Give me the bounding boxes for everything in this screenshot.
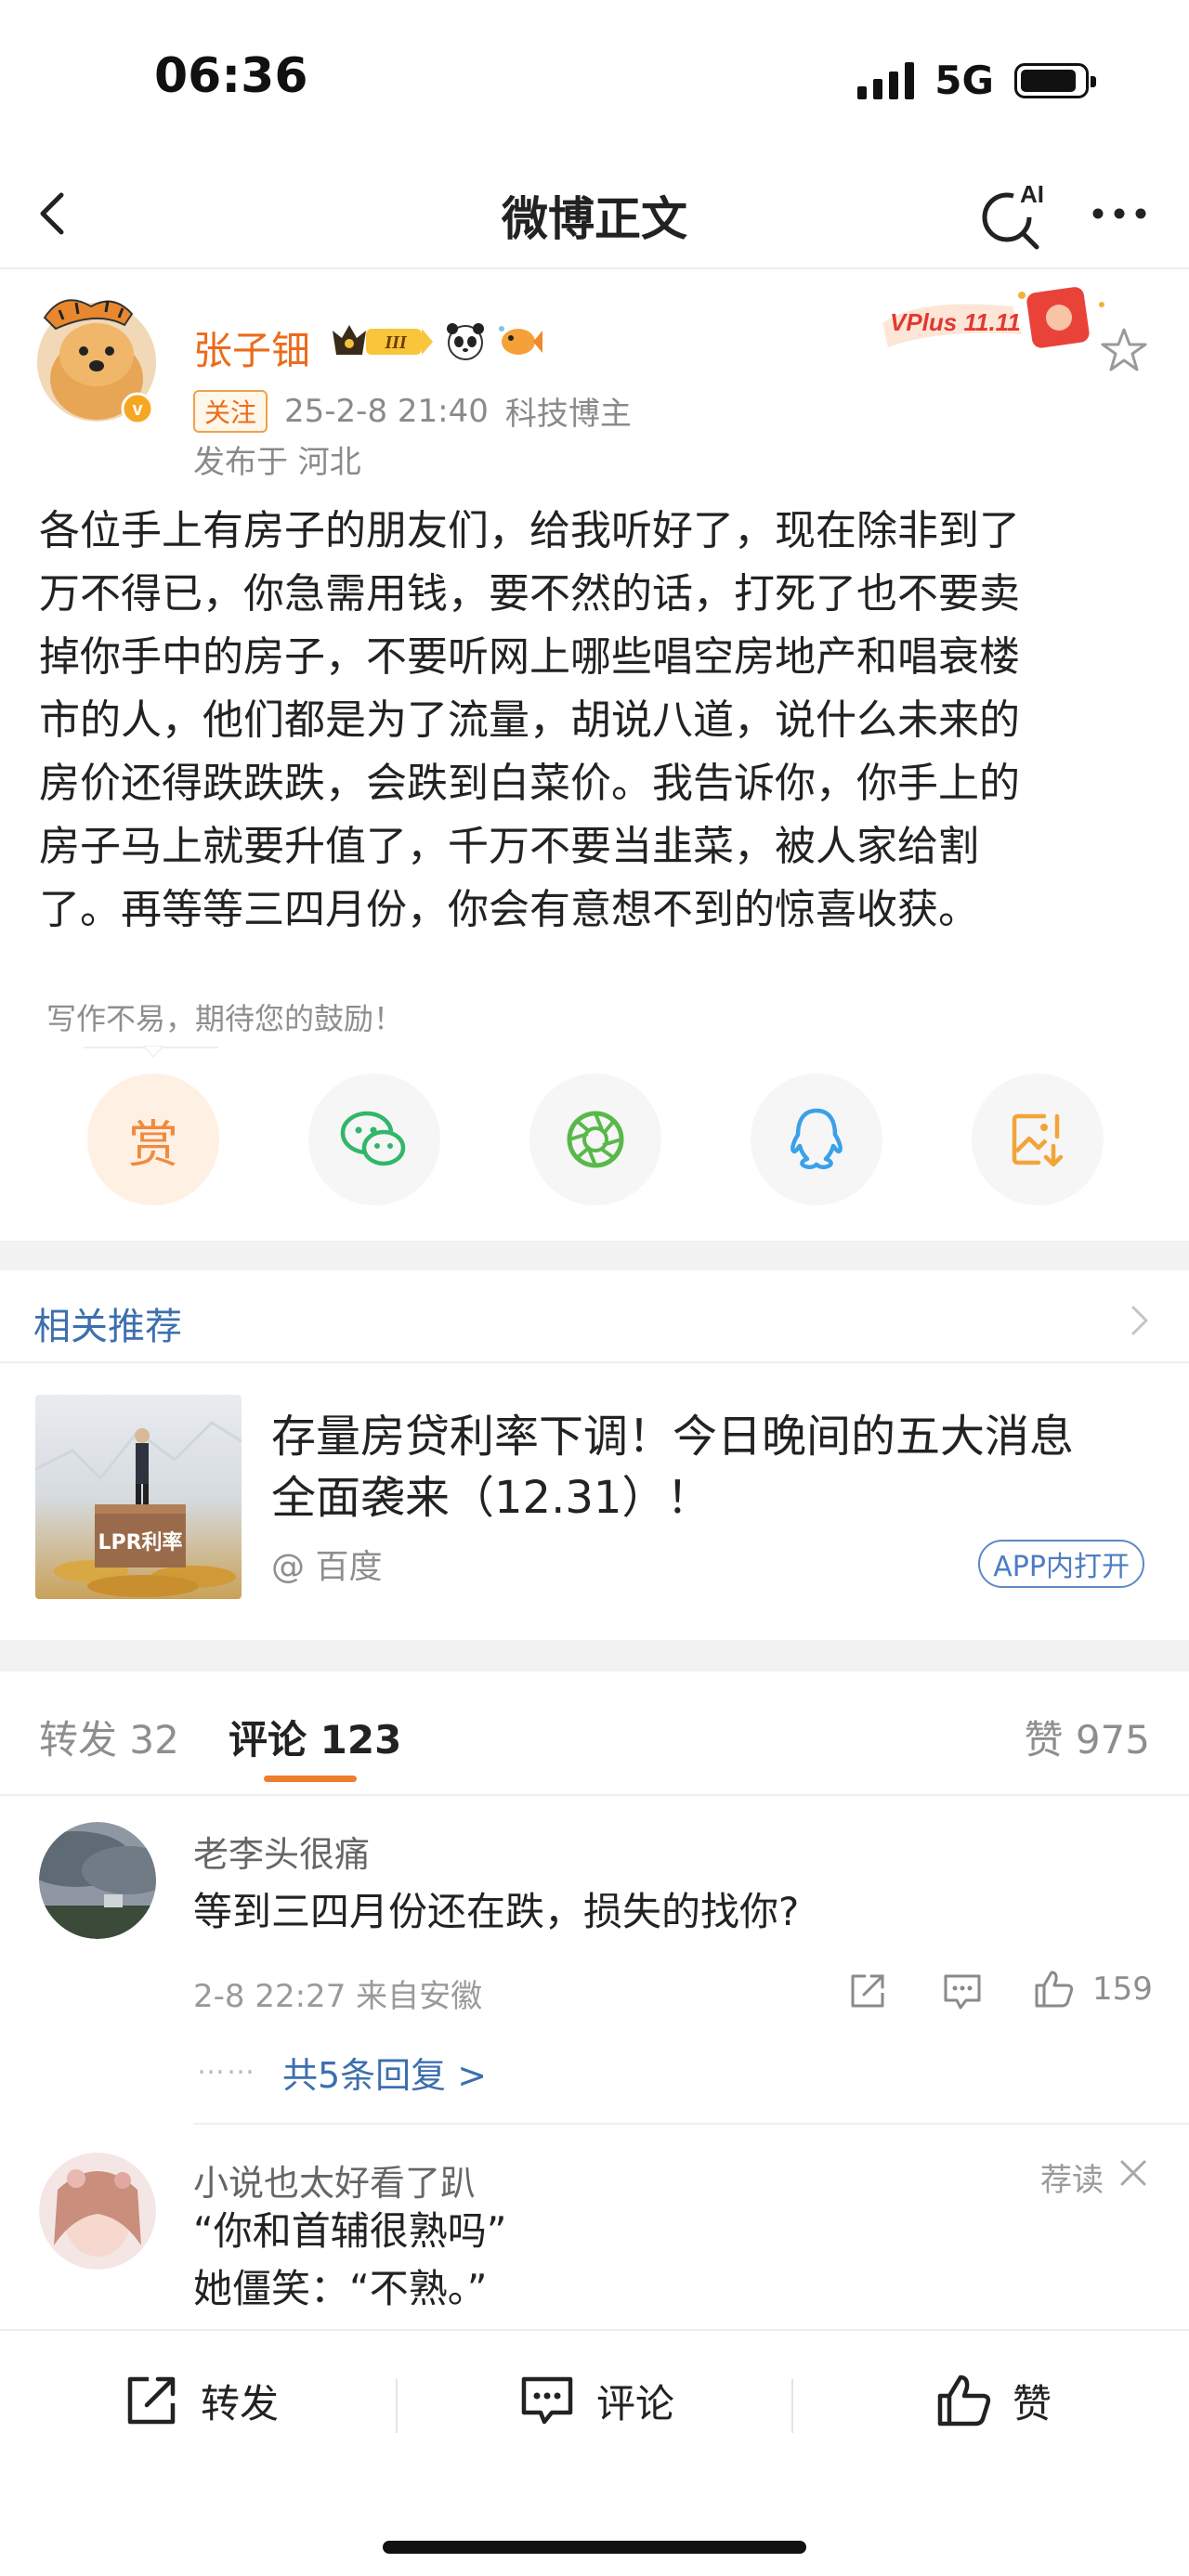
post-line: 房价还得跌跌跌，会跌到白菜价。我告诉你，你手上的 (39, 760, 1020, 807)
repost-comment-icon[interactable] (845, 1969, 890, 2013)
tab-divider (0, 1794, 1189, 1796)
reward-label: 赏 (128, 1114, 178, 1174)
close-icon[interactable] (1117, 2156, 1150, 2190)
moments-icon (567, 1111, 624, 1168)
tooltip-pointer-icon (143, 1046, 163, 1059)
battery-icon (1014, 62, 1096, 98)
recommendation-source: @ 百度 (271, 1548, 383, 1586)
share-moments-button[interactable] (529, 1073, 661, 1205)
post-line: 了。再等等三四月份，你会有意想不到的惊喜收获。 (39, 886, 979, 933)
post-meta: 关注 25-2-8 21:40 科技博主 (193, 388, 632, 434)
save-image-button[interactable] (972, 1073, 1104, 1205)
signal-icon (857, 61, 915, 99)
reward-button[interactable]: 赏 (87, 1073, 219, 1205)
comment-avatar[interactable] (39, 2153, 156, 2270)
author-badges: III (329, 319, 542, 362)
status-indicators: 5G (857, 58, 1096, 103)
related-divider (0, 1361, 1189, 1363)
encourage-text: 写作不易，期待您的鼓励！ (46, 1001, 404, 1036)
comment-text: “你和首辅很熟吗” (193, 2208, 507, 2254)
vplus-banner-icon[interactable]: VPlus 11.11 (882, 277, 1115, 360)
tab-like[interactable]: 赞 975 (1024, 1709, 1150, 1765)
svg-text:v: v (132, 399, 143, 420)
comment-button[interactable]: 评论 (516, 2370, 674, 2431)
share-row: 赏 (87, 1073, 1104, 1205)
repost-icon (127, 2376, 176, 2425)
level-badge-text: III (384, 332, 408, 353)
comment-icon (521, 2376, 573, 2425)
view-replies-link[interactable]: 共5条回复 > (282, 2047, 487, 2098)
favorite-star-icon[interactable] (1098, 325, 1150, 377)
tab-comment[interactable]: 评论 123 (229, 1709, 401, 1765)
tab-repost[interactable]: 转发 32 (39, 1709, 179, 1765)
recommendation-thumbnail[interactable]: LPR利率 (35, 1395, 242, 1599)
follow-tag[interactable]: 关注 (193, 389, 268, 433)
share-qq-button[interactable] (751, 1073, 882, 1205)
recommend-label: 荐读 (1040, 2162, 1104, 2199)
like-label: 赞 (1013, 2380, 1052, 2426)
panda-icon (447, 323, 484, 360)
repost-label: 转发 (201, 2380, 280, 2426)
comment-time: 2-8 22:27 来自安徽 (193, 1978, 483, 2015)
ai-search-icon[interactable]: AI (975, 176, 1050, 251)
author-tag: 科技博主 (504, 396, 632, 433)
crown-level-badge-icon: III (333, 325, 433, 355)
recommendation-title-line: 存量房贷利率下调！今日晚间的五大消息 (271, 1411, 1075, 1463)
fish-icon (499, 326, 542, 355)
share-wechat-button[interactable] (308, 1073, 440, 1205)
post-line: 房子马上就要升值了，千万不要当韭菜，被人家给割 (39, 823, 979, 870)
vplus-label: VPlus 11.11 (890, 308, 1021, 336)
comment-divider (193, 2123, 1189, 2125)
comment-text: 等到三四月份还在跌，损失的找你? (193, 1889, 800, 1934)
wechat-icon (340, 1111, 406, 1166)
ai-label: AI (1020, 180, 1044, 208)
nav-bar: 微博正文 AI (0, 158, 1189, 269)
toolbar-separator (396, 2379, 398, 2433)
status-bar: 06:36 5G (0, 0, 1189, 158)
recommendation-title[interactable]: 存量房贷利率下调！今日晚间的五大消息 全面袭来（12.31）！ (271, 1406, 1154, 1529)
comment-author[interactable]: 老李头很痛 (193, 1826, 370, 1877)
open-in-app-button[interactable]: APP内打开 (978, 1540, 1144, 1588)
related-title: 相关推荐 (33, 1306, 182, 1348)
recommendation-title-line: 全面袭来（12.31）！ (271, 1472, 712, 1524)
like-button[interactable]: 赞 (933, 2370, 1052, 2431)
thumbs-up-icon[interactable] (1031, 1967, 1076, 2011)
status-time: 06:36 (154, 48, 308, 104)
comment-author[interactable]: 小说也太好看了趴 (193, 2154, 476, 2205)
author-name[interactable]: 张子钿 (193, 319, 310, 376)
post-body: 各位手上有房子的朋友们，给我听好了，现在除非到了 万不得已，你急需用钱，要不然的… (39, 500, 1154, 942)
more-icon[interactable] (1087, 186, 1152, 241)
replies-dots: …… (197, 2049, 256, 2081)
repost-button[interactable]: 转发 (121, 2370, 279, 2431)
bottom-toolbar: 转发 评论 赞 (0, 2329, 1189, 2576)
network-label: 5G (934, 58, 994, 103)
thumbs-up-icon (937, 2374, 991, 2426)
author-avatar[interactable]: v (35, 290, 158, 429)
home-indicator (383, 2541, 806, 2554)
save-image-icon (1012, 1113, 1064, 1167)
comment-like-count: 159 (1092, 1971, 1153, 2008)
toolbar-separator (791, 2379, 793, 2433)
comment-text: 她僵笑：“不熟。” (193, 2266, 488, 2311)
post-location: 发布于 河北 (193, 444, 361, 481)
qq-icon (790, 1108, 843, 1170)
section-gap (0, 1241, 1189, 1270)
post-line: 万不得已，你急需用钱，要不然的话，打死了也不要卖 (39, 570, 1020, 618)
chevron-right-icon[interactable] (1126, 1302, 1154, 1339)
post-line: 市的人，他们都是为了流量，胡说八道，说什么未来的 (39, 696, 1020, 744)
comment-label: 评论 (596, 2380, 675, 2426)
comment-avatar[interactable] (39, 1822, 156, 1939)
section-gap (0, 1640, 1189, 1672)
post-timestamp: 25-2-8 21:40 (284, 392, 489, 430)
reply-comment-icon[interactable] (940, 1969, 985, 2013)
post-line: 掉你手中的房子，不要听网上哪些唱空房地产和唱衰楼 (39, 633, 1020, 681)
tab-active-indicator (264, 1776, 357, 1782)
post-line: 各位手上有房子的朋友们，给我听好了，现在除非到了 (39, 507, 1020, 554)
thumb-label: LPR利率 (98, 1530, 182, 1555)
